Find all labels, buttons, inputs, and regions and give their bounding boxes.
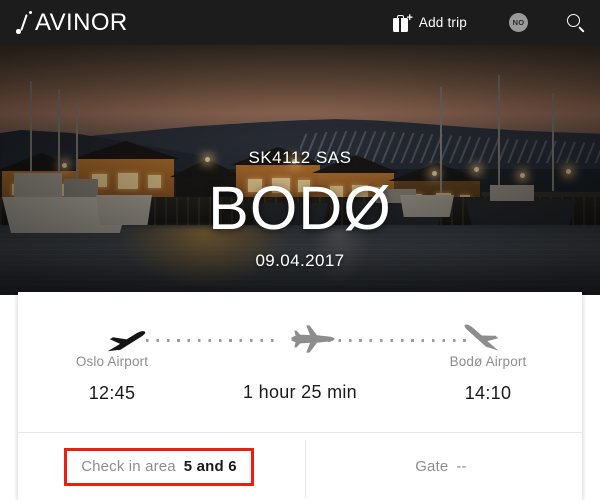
duration-column: 1 hour 25 min [206, 354, 394, 403]
destination-airport: Bodø Airport [449, 354, 527, 369]
flight-duration: 1 hour 25 min [243, 382, 357, 402]
route-labels: Oslo Airport 12:45 1 hour 25 min Bodø Ai… [18, 354, 582, 404]
origin-column: Oslo Airport 12:45 [18, 354, 206, 404]
flight-details-card: Oslo Airport 12:45 1 hour 25 min Bodø Ai… [18, 292, 582, 500]
avinor-flight-page: AVINOR + Add trip NO SK4112 SAS BODØ 09.… [0, 0, 600, 500]
airplane-landing-icon [455, 315, 507, 357]
header-actions: + Add trip NO [392, 12, 586, 33]
hero-vignette [0, 45, 600, 295]
add-trip-label: Add trip [418, 15, 467, 30]
avinor-logo[interactable]: AVINOR [16, 8, 128, 36]
destination-time: 14:10 [464, 383, 512, 403]
search-icon[interactable] [566, 13, 586, 33]
check-in-value: 5 and 6 [183, 457, 237, 475]
airplane-takeoff-icon [102, 322, 152, 356]
check-in-label: Check in area [81, 457, 176, 475]
check-in-cell: Check in area 5 and 6 [18, 433, 300, 500]
gate-value: -- [456, 458, 467, 475]
origin-airport: Oslo Airport [75, 354, 149, 369]
gate-info[interactable]: Gate -- [415, 458, 467, 475]
hero-banner: SK4112 SAS BODØ 09.04.2017 [0, 45, 600, 295]
route-section: Oslo Airport 12:45 1 hour 25 min Bodø Ai… [18, 292, 582, 432]
card-bottom-row: Check in area 5 and 6 Gate -- [18, 433, 582, 500]
logo-text: AVINOR [35, 8, 128, 36]
route-dots-second-leg [328, 339, 470, 342]
suitcase-plus-icon: + [392, 12, 413, 32]
avinor-mark-icon [16, 10, 32, 35]
check-in-area-highlight[interactable]: Check in area 5 and 6 [64, 447, 254, 486]
destination-column: Bodø Airport 14:10 [394, 354, 582, 404]
airplane-cruise-icon [290, 324, 336, 354]
gate-label: Gate [415, 458, 449, 475]
locale-badge[interactable]: NO [509, 13, 528, 32]
gate-cell: Gate -- [300, 433, 582, 500]
route-graphic [18, 322, 582, 356]
origin-time: 12:45 [88, 383, 136, 403]
app-header: AVINOR + Add trip NO [0, 0, 600, 45]
add-trip-button[interactable]: + Add trip [392, 12, 467, 32]
route-dots-first-leg [146, 339, 274, 342]
harbour-photo [0, 45, 600, 295]
